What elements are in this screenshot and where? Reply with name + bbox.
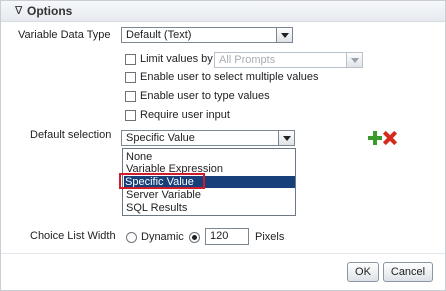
dropdown-option-server-variable[interactable]: Server Variable — [125, 189, 201, 201]
chevron-down-icon[interactable] — [276, 28, 292, 42]
add-icon[interactable] — [368, 131, 382, 145]
default-selection-value: Specific Value — [126, 132, 195, 144]
variable-data-type-value: Default (Text) — [126, 29, 192, 41]
options-header[interactable]: ∇ Options — [1, 1, 445, 22]
collapse-icon[interactable]: ∇ — [15, 4, 22, 17]
multiple-values-label: Enable user to select multiple values — [140, 71, 319, 83]
cancel-button[interactable]: Cancel — [383, 262, 433, 282]
options-title: Options — [27, 4, 73, 18]
options-panel: ∇ Options Variable Data Type Default (Te… — [0, 0, 446, 291]
type-values-checkbox[interactable] — [125, 91, 136, 102]
pixels-label: Pixels — [255, 231, 285, 243]
width-input[interactable]: 120 — [205, 228, 249, 245]
variable-data-type-label: Variable Data Type — [18, 29, 111, 41]
limit-values-select-value: All Prompts — [219, 54, 276, 66]
dynamic-label: Dynamic — [141, 231, 184, 243]
multiple-values-checkbox[interactable] — [125, 72, 136, 83]
footer-divider — [1, 253, 445, 254]
type-values-label: Enable user to type values — [140, 90, 270, 102]
chevron-down-icon — [346, 53, 362, 67]
ok-button[interactable]: OK — [347, 262, 379, 282]
limit-values-label: Limit values by — [140, 53, 213, 65]
variable-data-type-select[interactable]: Default (Text) — [121, 27, 293, 43]
fixed-width-radio[interactable] — [189, 232, 200, 243]
dropdown-option-none[interactable]: None — [125, 151, 152, 163]
chevron-down-icon[interactable] — [278, 131, 294, 145]
require-input-label: Require user input — [140, 109, 230, 121]
width-input-value: 120 — [210, 230, 229, 242]
delete-icon[interactable] — [383, 131, 397, 145]
dynamic-radio[interactable] — [126, 232, 137, 243]
choice-list-width-label: Choice List Width — [30, 230, 116, 242]
highlight-box — [119, 173, 205, 189]
default-selection-label: Default selection — [30, 129, 112, 141]
limit-values-select: All Prompts — [214, 52, 363, 68]
require-input-checkbox[interactable] — [125, 110, 136, 121]
dropdown-option-sql-results[interactable]: SQL Results — [125, 202, 187, 214]
default-selection-select[interactable]: Specific Value — [121, 130, 295, 146]
limit-values-checkbox[interactable] — [125, 54, 136, 65]
